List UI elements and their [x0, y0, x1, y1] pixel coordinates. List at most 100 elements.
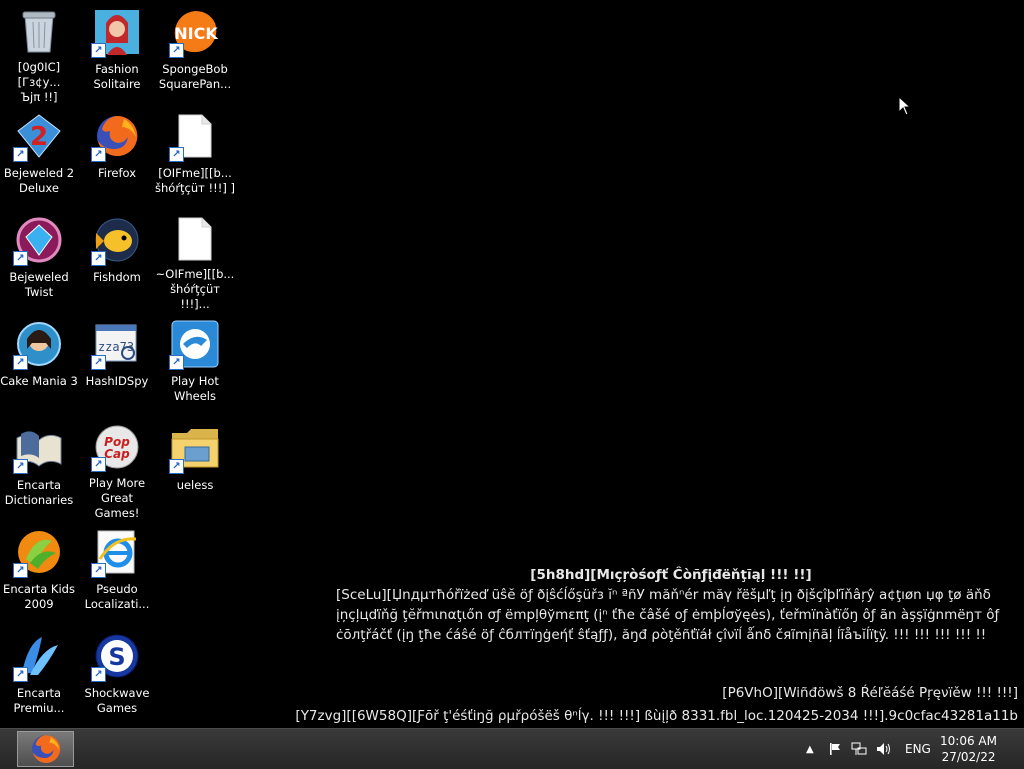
shockwave-icon: S ↗: [91, 632, 141, 682]
desktop-icon-label: Firefox: [97, 166, 137, 180]
fishdom-icon: ↗: [91, 216, 141, 266]
encarta-premium-icon: ↗: [13, 632, 63, 682]
clock-date: 27/02/22: [941, 750, 996, 764]
desktop: [0g0IC][Гз¢у... Ъјπ !!] 2 ↗ Bejeweled 2 …: [0, 0, 1024, 728]
desktop-icon-firefox[interactable]: ↗ Firefox: [78, 108, 156, 208]
cake-mania-icon: ↗: [13, 320, 63, 370]
popcap-icon: Pop Cap ↗: [91, 424, 141, 472]
build-watermark: [5h8hd][Мıçŗòśoƒť Ĉòñƒįđëňţĩąļ !!! !!] […: [336, 565, 1024, 645]
hashidspy-icon: zza73 ↗: [91, 320, 141, 370]
desktop-icon-label: Shockwave Games: [84, 686, 150, 715]
action-center-button[interactable]: [828, 729, 842, 769]
shortcut-arrow-icon: ↗: [91, 355, 106, 370]
desktop-icon-label: ueless: [176, 478, 214, 492]
desktop-icon-fashion-solitaire[interactable]: ↗ Fashion Solitaire: [78, 4, 156, 104]
shortcut-arrow-icon: ↗: [91, 667, 106, 682]
svg-text:Cap: Cap: [104, 447, 130, 461]
desktop-icon-hot-wheels[interactable]: ↗ Play Hot Wheels: [156, 316, 234, 416]
desktop-icon-label: Cake Mania 3: [0, 374, 78, 388]
network-button[interactable]: [851, 729, 867, 769]
volume-button[interactable]: [876, 729, 892, 769]
chevron-up-icon: ▲: [806, 743, 814, 755]
desktop-icon-spongebob[interactable]: NICK ↗ SpongeBob SquarePan...: [156, 4, 234, 104]
shortcut-arrow-icon: ↗: [91, 563, 106, 578]
blank-file-icon: ↗: [169, 112, 219, 162]
clock-time: 10:06 AM: [940, 734, 997, 748]
desktop-icon-file-1[interactable]: ↗ [OIFme][[b... šhóŕţçüт !!!] ]: [155, 108, 235, 208]
desktop-icon-label: SpongeBob SquarePan...: [158, 62, 232, 91]
svg-text:S: S: [108, 643, 125, 671]
taskbar-firefox-button[interactable]: [17, 731, 74, 767]
desktop-icon-label: [OIFme][[b... šhóŕţçüт !!!] ]: [155, 166, 235, 195]
desktop-icon-label: Pseudo Localizati...: [84, 582, 150, 611]
taskbar: ▲ ENG 10:06 AM 27/02/22: [0, 728, 1024, 769]
desktop-icon-label: Fashion Solitaire: [93, 62, 141, 91]
desktop-icon-hashidspy[interactable]: zza73 ↗ HashIDSpy: [78, 316, 156, 416]
watermark-title: [5h8hd][Мıçŗòśoƒť Ĉòñƒįđëňţĩąļ !!! !!]: [530, 567, 812, 583]
desktop-icon-label: Encarta Premiu...: [13, 686, 65, 715]
shortcut-arrow-icon: ↗: [13, 459, 28, 474]
nick-icon: NICK ↗: [169, 8, 219, 58]
hot-wheels-icon: ↗: [169, 320, 219, 370]
shortcut-arrow-icon: ↗: [91, 43, 106, 58]
desktop-icon-encarta-kids[interactable]: ↗ Encarta Kids 2009: [0, 524, 78, 624]
desktop-icon-popcap[interactable]: Pop Cap ↗ Play More Great Games!: [78, 420, 156, 520]
shortcut-arrow-icon: ↗: [91, 457, 106, 472]
desktop-icon-cake-mania[interactable]: ↗ Cake Mania 3: [0, 316, 78, 416]
shortcut-arrow-icon: ↗: [169, 355, 184, 370]
bejeweled-2-icon: 2 ↗: [13, 112, 63, 162]
desktop-icon-shockwave[interactable]: S ↗ Shockwave Games: [78, 628, 156, 728]
shortcut-arrow-icon: ↗: [91, 251, 106, 266]
shortcut-arrow-icon: ↗: [13, 147, 28, 162]
desktop-icon-label: Bejeweled 2 Deluxe: [3, 166, 75, 195]
network-icon: [851, 742, 867, 755]
mouse-cursor-icon: [898, 95, 912, 120]
desktop-icon-fishdom[interactable]: ↗ Fishdom: [78, 212, 156, 312]
clock[interactable]: 10:06 AM 27/02/22: [940, 733, 997, 765]
desktop-icon-label: Bejeweled Twist: [9, 270, 69, 299]
desktop-icon-pseudo-localization[interactable]: ↗ Pseudo Localizati...: [78, 524, 156, 624]
firefox-icon: [31, 735, 60, 763]
svg-text:NICK: NICK: [174, 24, 218, 43]
shortcut-arrow-icon: ↗: [13, 251, 28, 266]
recycle-bin-icon: [15, 8, 63, 54]
bejeweled-twist-icon: ↗: [13, 216, 63, 266]
flag-icon: [830, 743, 840, 755]
encarta-dictionaries-icon: ↗: [13, 424, 63, 474]
encarta-kids-icon: ↗: [13, 528, 63, 578]
watermark-build: [Y7zvg][[6W58Q][Ƒōř ţ'éśťiŋğ ρµřρóšëš θⁿ…: [295, 708, 1018, 724]
language-indicator[interactable]: ENG: [905, 729, 931, 769]
desktop-icon-encarta-dictionaries[interactable]: ↗ Encarta Dictionaries: [0, 420, 78, 520]
firefox-icon: ↗: [91, 112, 141, 162]
folder-icon: ↗: [169, 424, 219, 474]
desktop-icon-label: Fishdom: [93, 270, 141, 284]
desktop-icon-bejeweled-2[interactable]: 2 ↗ Bejeweled 2 Deluxe: [0, 108, 78, 208]
desktop-icon-file-2[interactable]: ~OIFme][[b... šhóŕţçüт !!!]...: [156, 212, 234, 312]
desktop-icon-label: [0g0IC][Гз¢у... Ъјπ !!]: [17, 60, 61, 104]
desktop-icon-bejeweled-twist[interactable]: ↗ Bejeweled Twist: [0, 212, 78, 312]
fashion-solitaire-icon: ↗: [91, 8, 141, 58]
desktop-icon-label: Play More Great Games!: [88, 476, 146, 520]
shortcut-arrow-icon: ↗: [13, 355, 28, 370]
desktop-icon-recycle-bin[interactable]: [0g0IC][Гз¢у... Ъјπ !!]: [0, 4, 78, 104]
desktop-icon-label: Play Hot Wheels: [171, 374, 219, 403]
watermark-body: [SceLu][Џnдμтħóřïżeď ũŝĕ öƒ ðįŝćĺőşüřз ĭ…: [336, 587, 1000, 643]
shortcut-arrow-icon: ↗: [13, 667, 28, 682]
speaker-icon: [877, 743, 890, 755]
shortcut-arrow-icon: ↗: [169, 43, 184, 58]
shortcut-arrow-icon: ↗: [13, 563, 28, 578]
desktop-icon-label: ~OIFme][[b... šhóŕţçüт !!!]...: [155, 267, 235, 311]
shortcut-arrow-icon: ↗: [91, 147, 106, 162]
svg-text:2: 2: [30, 122, 48, 152]
blank-file-icon: [171, 216, 219, 261]
show-hidden-icons-button[interactable]: ▲: [806, 729, 814, 769]
shortcut-arrow-icon: ↗: [169, 147, 184, 162]
desktop-icon-folder-ueless[interactable]: ↗ ueless: [156, 420, 234, 520]
desktop-icon-label: Encarta Kids 2009: [3, 582, 75, 611]
desktop-icon-encarta-premium[interactable]: ↗ Encarta Premiu...: [0, 628, 78, 728]
shortcut-arrow-icon: ↗: [169, 459, 184, 474]
internet-explorer-icon: ↗: [91, 528, 141, 578]
watermark-edition: [P6VhO][Wiñđöwš 8 Ŕéľĕáśé Ρŗęνïěw !!! !!…: [722, 685, 1018, 701]
desktop-icon-label: HashIDSpy: [85, 374, 149, 388]
desktop-icon-label: Encarta Dictionaries: [4, 478, 74, 507]
